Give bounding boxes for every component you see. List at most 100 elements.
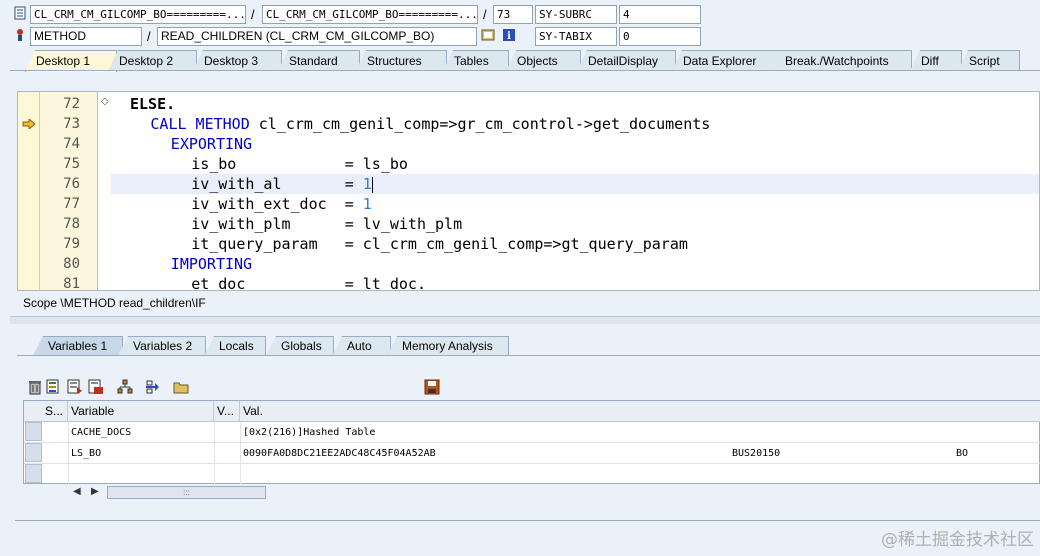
tab-script[interactable]: Script — [958, 50, 1020, 71]
scroll-thumb[interactable]: ::: — [107, 486, 266, 499]
variable-value-extra[interactable]: BO — [953, 443, 1013, 464]
code-line[interactable]: 80 IMPORTING — [18, 254, 1039, 274]
row-selector[interactable] — [25, 464, 42, 483]
code-line[interactable]: 76 iv_with_al = 1 — [18, 174, 1039, 194]
code-text[interactable]: IMPORTING — [171, 254, 252, 274]
tab-desktop-3[interactable]: Desktop 3 — [193, 50, 282, 71]
info-icon[interactable]: i — [502, 28, 516, 42]
tab-objects[interactable]: Objects — [506, 50, 581, 71]
tab-data-explorer[interactable]: Data Explorer — [672, 50, 784, 71]
line-number: 76 — [63, 176, 80, 192]
scroll-left-icon[interactable]: ◀ — [73, 484, 81, 500]
sys-field-2-value[interactable]: 0 — [619, 27, 701, 46]
scope-path: Scope \METHOD read_children\IF — [23, 296, 206, 310]
grid-header: S... Variable V... Val. — [24, 401, 1040, 422]
tab-detail-display[interactable]: DetailDisplay — [577, 50, 676, 71]
line-number-field[interactable]: 73 — [493, 5, 533, 24]
code-text[interactable]: ELSE. — [130, 94, 175, 114]
col-header-variable[interactable]: Variable — [68, 401, 214, 422]
program-field[interactable]: CL_CRM_CM_GILCOMP_BO=========... — [30, 5, 246, 24]
keyword: EXPORTING — [170, 135, 253, 153]
sys-field-2-label[interactable]: SY-TABIX — [535, 27, 617, 46]
text-cursor — [371, 176, 373, 193]
horizontal-scrollbar[interactable]: ◀ ▶ ::: — [67, 484, 267, 500]
tab-variables-1[interactable]: Variables 1 — [33, 336, 123, 356]
line-number: 72 — [63, 96, 80, 112]
navigate-icon[interactable] — [144, 379, 160, 395]
variable-value[interactable]: [0x2(216)]Hashed Table — [240, 422, 720, 443]
number-literal: 1 — [362, 195, 372, 213]
code-text[interactable]: iv_with_al = 1 — [191, 174, 373, 194]
code-line[interactable]: 78 iv_with_plm = lv_with_plm — [18, 214, 1039, 234]
code-line[interactable]: 79 it_query_param = cl_crm_cm_genil_comp=… — [18, 234, 1039, 254]
hierarchy-icon[interactable] — [117, 379, 133, 395]
variable-name[interactable]: LS_BO — [68, 443, 214, 464]
row-selector[interactable] — [25, 422, 42, 441]
tab-breakpoints[interactable]: Break./Watchpoints — [774, 50, 912, 71]
line-number: 73 — [63, 116, 80, 132]
save-row-icon[interactable] — [88, 379, 104, 395]
separator: / — [483, 7, 487, 22]
col-header-v[interactable]: V... — [214, 401, 240, 422]
code-line[interactable]: 75 is_bo = ls_bo — [18, 154, 1039, 174]
table-row[interactable]: LS_BO 0090FA0D8DC21EE2ADC48C45F04A52AB B… — [24, 443, 1040, 464]
insert-row-icon[interactable] — [46, 379, 62, 395]
code-text[interactable]: EXPORTING — [171, 134, 252, 154]
tab-variables-2[interactable]: Variables 2 — [118, 336, 206, 356]
tab-desktop-2[interactable]: Desktop 2 — [108, 50, 197, 71]
row-selector[interactable] — [25, 443, 42, 462]
folder-icon[interactable] — [173, 379, 189, 395]
variable-value-extra[interactable]: BUS20150 — [729, 443, 829, 464]
tab-baseline — [10, 70, 1040, 71]
line-number: 78 — [63, 216, 80, 232]
tab-memory-analysis[interactable]: Memory Analysis — [387, 336, 509, 356]
tab-tables[interactable]: Tables — [443, 50, 509, 71]
code-text[interactable]: it_query_param = cl_crm_cm_genil_comp=>g… — [191, 234, 688, 254]
tab-globals[interactable]: Globals — [266, 336, 334, 356]
code-text[interactable]: CALL METHOD cl_crm_cm_genil_comp=>gr_cm_… — [150, 114, 710, 134]
code-line[interactable]: 77 iv_with_ext_doc = 1 — [18, 194, 1039, 214]
include-field[interactable]: CL_CRM_CM_GILCOMP_BO=========... — [262, 5, 478, 24]
tab-desktop-1[interactable]: Desktop 1 — [25, 50, 117, 72]
tab-locals[interactable]: Locals — [204, 336, 266, 356]
scroll-right-icon[interactable]: ▶ — [91, 484, 99, 500]
save-icon[interactable] — [424, 379, 440, 395]
code-line[interactable]: 74 EXPORTING — [18, 134, 1039, 154]
code-token: et_doc = lt_doc. — [191, 275, 426, 291]
code-text[interactable]: is_bo = ls_bo — [191, 154, 408, 174]
variable-value[interactable]: 0090FA0D8DC21EE2ADC48C45F04A52AB — [240, 443, 720, 464]
change-row-icon[interactable] — [67, 379, 83, 395]
tab-auto[interactable]: Auto — [332, 336, 391, 356]
sys-field-1-value[interactable]: 4 — [619, 5, 701, 24]
delete-icon[interactable] — [27, 379, 43, 395]
code-token: it_query_param = cl_crm_cm_genil_comp=>g… — [191, 235, 688, 253]
splitter[interactable] — [10, 316, 1040, 324]
display-source-icon[interactable] — [481, 28, 495, 42]
tab-standard[interactable]: Standard — [278, 50, 360, 71]
event-field[interactable]: READ_CHILDREN (CL_CRM_CM_GILCOMP_BO) — [157, 27, 477, 46]
keyword: ELSE. — [130, 95, 176, 113]
line-number: 80 — [63, 256, 80, 272]
code-line[interactable]: 81 et_doc = lt_doc. — [18, 274, 1039, 291]
event-type-field[interactable]: METHOD — [30, 27, 142, 46]
variables-grid: S... Variable V... Val. CACHE_DOCS [0x2(… — [23, 400, 1040, 484]
code-line[interactable]: 73 CALL METHOD cl_crm_cm_genil_comp=>gr_c… — [18, 114, 1039, 134]
code-line[interactable]: 72 ELSE. — [18, 94, 1039, 114]
sys-field-1-label[interactable]: SY-SUBRC — [535, 5, 617, 24]
code-text[interactable]: et_doc = lt_doc. — [191, 274, 426, 291]
tab-diff[interactable]: Diff — [910, 50, 962, 71]
table-row[interactable]: CACHE_DOCS [0x2(216)]Hashed Table — [24, 422, 1040, 443]
desktop-tabs: Desktop 1 Desktop 2 Desktop 3 Standard S… — [10, 50, 1040, 72]
code-text[interactable]: iv_with_plm = lv_with_plm — [191, 214, 462, 234]
code-text[interactable]: iv_with_ext_doc = 1 — [191, 194, 372, 214]
line-number: 75 — [63, 156, 80, 172]
col-header-status[interactable]: S... — [42, 401, 68, 422]
keyword: CALL METHOD — [150, 115, 250, 133]
col-header-value[interactable]: Val. — [240, 401, 1040, 422]
source-code-editor[interactable]: ◇ 72 ELSE. 73 CALL METHOD cl_crm_cm_genil_c… — [17, 91, 1040, 291]
table-row[interactable] — [24, 464, 1040, 485]
tab-structures[interactable]: Structures — [356, 50, 447, 71]
line-number: 77 — [63, 196, 80, 212]
svg-text:i: i — [507, 31, 511, 42]
variable-name[interactable]: CACHE_DOCS — [68, 422, 214, 443]
